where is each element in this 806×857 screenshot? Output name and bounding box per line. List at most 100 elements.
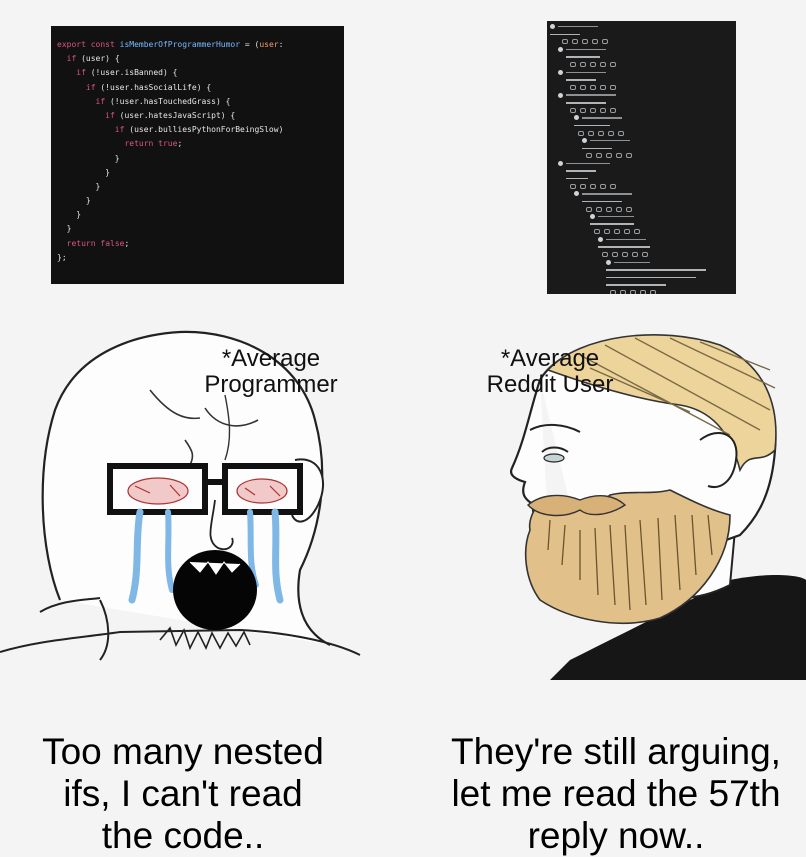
vote-reply-icon xyxy=(640,290,646,294)
thread-row xyxy=(550,266,733,274)
vote-reply-icon xyxy=(570,107,576,113)
avatar xyxy=(558,160,563,166)
code-line: if (user) { xyxy=(57,52,344,66)
comment-meta xyxy=(582,117,622,119)
vote-reply-icon xyxy=(650,290,656,294)
thread-row xyxy=(550,198,733,206)
vote-reply-icon xyxy=(600,107,606,113)
code-token: if xyxy=(114,125,125,135)
comment-text xyxy=(606,284,666,286)
thread-row xyxy=(550,243,733,251)
vote-reply-icon xyxy=(626,153,632,159)
code-line: if (!user.hasTouchedGrass) { xyxy=(57,95,344,109)
vote-reply-icon xyxy=(600,85,606,91)
thread-row xyxy=(550,220,733,228)
thread-row xyxy=(550,274,733,282)
thread-row xyxy=(550,31,733,39)
thread-row xyxy=(550,137,733,145)
comment-meta xyxy=(590,140,630,142)
vote-reply-icon xyxy=(610,183,616,189)
comment-meta xyxy=(566,162,610,165)
thread-row xyxy=(550,258,733,266)
code-token: ; xyxy=(124,238,130,248)
avatar xyxy=(590,214,595,220)
comment-text xyxy=(606,276,696,279)
vote-reply-icon xyxy=(626,206,632,212)
comment-text xyxy=(582,147,612,150)
comment-text xyxy=(550,33,580,36)
code-line: } xyxy=(57,180,344,194)
comment-text xyxy=(566,101,606,104)
thread-row xyxy=(550,213,733,221)
code-token: } xyxy=(57,153,120,163)
code-token: (user.bulliesPythonForBeingSlow) xyxy=(124,125,284,135)
code-token: (!user.hasSocialLife) { xyxy=(95,82,212,92)
code-token: return xyxy=(66,238,96,248)
vote-reply-icon xyxy=(580,62,586,68)
vote-reply-icon xyxy=(578,130,584,136)
comment-text xyxy=(566,170,596,172)
comment-meta xyxy=(566,71,606,74)
code-line: if (user.bulliesPythonForBeingSlow) xyxy=(57,123,344,137)
vote-reply-icon xyxy=(570,62,576,68)
avatar xyxy=(598,236,603,242)
thread-row xyxy=(550,122,733,130)
vote-reply-icon xyxy=(590,62,596,68)
thread-row xyxy=(550,228,733,236)
thread-row xyxy=(550,236,733,244)
code-line: } xyxy=(57,152,344,166)
code-line: return true; xyxy=(57,137,344,151)
code-line: return false; xyxy=(57,237,344,251)
vote-reply-icon xyxy=(570,183,576,189)
vote-reply-icon xyxy=(562,39,568,45)
thread-row xyxy=(550,114,733,122)
thread-row xyxy=(550,107,733,115)
vote-reply-icon xyxy=(610,107,616,113)
thread-row xyxy=(550,167,733,175)
vote-reply-icon xyxy=(612,252,618,258)
vote-reply-icon xyxy=(606,206,612,212)
code-token: } xyxy=(57,196,91,206)
code-token: false xyxy=(100,238,125,248)
vote-reply-icon xyxy=(602,252,608,258)
comment-text xyxy=(566,56,600,58)
vote-reply-icon xyxy=(606,153,612,159)
code-token: } xyxy=(57,181,101,191)
vote-reply-icon xyxy=(620,290,626,294)
code-token: = ( xyxy=(240,40,260,49)
avatar xyxy=(550,24,555,30)
avatar xyxy=(574,191,579,197)
vote-reply-icon xyxy=(622,252,628,258)
comment-meta xyxy=(566,94,616,96)
comment-meta xyxy=(566,48,606,51)
vote-reply-icon xyxy=(596,153,602,159)
code-token: } xyxy=(57,167,110,177)
vote-reply-icon xyxy=(592,39,598,45)
code-token: } xyxy=(57,210,82,220)
thread-row xyxy=(550,145,733,153)
thread-row xyxy=(550,61,733,69)
vote-reply-icon xyxy=(590,107,596,113)
vote-reply-icon xyxy=(586,153,592,159)
comment-meta xyxy=(614,261,650,263)
thread-row xyxy=(550,281,733,289)
vote-reply-icon xyxy=(594,229,600,235)
code-line: } xyxy=(57,208,344,222)
thread-row xyxy=(550,175,733,183)
thread-row xyxy=(550,53,733,61)
programmer-bottom-text: Too many nested ifs, I can't read the co… xyxy=(42,731,324,856)
programmer-caption: *Average Programmer xyxy=(204,345,338,398)
code-line: if (!user.isBanned) { xyxy=(57,66,344,80)
code-line: } xyxy=(57,166,344,180)
thread-row xyxy=(550,46,733,54)
thread-row xyxy=(550,190,733,198)
vote-reply-icon xyxy=(596,206,602,212)
vote-reply-icon xyxy=(630,290,636,294)
code-token: } xyxy=(57,224,72,234)
vote-reply-icon xyxy=(616,153,622,159)
vote-reply-icon xyxy=(610,85,616,91)
